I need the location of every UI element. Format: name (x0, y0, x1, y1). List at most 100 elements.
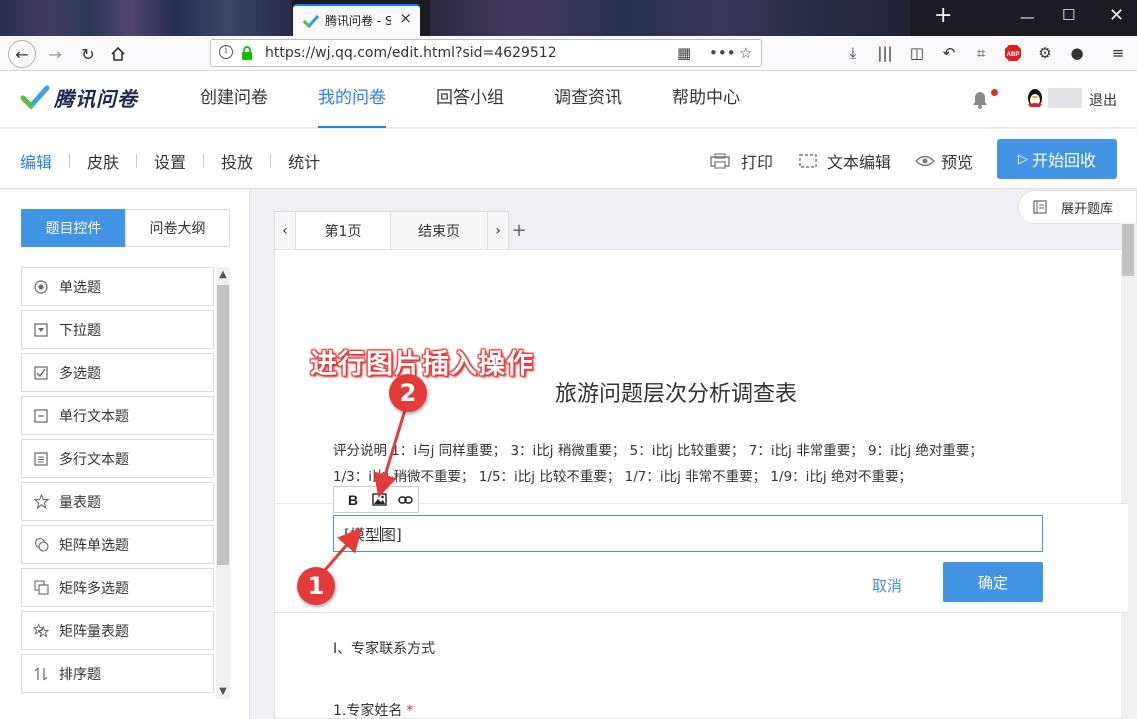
nav-create-survey[interactable]: 创建问卷 (200, 71, 268, 128)
page-scrollbar[interactable] (1121, 222, 1135, 719)
scrollbar-thumb[interactable] (1122, 224, 1134, 276)
page-actions-icon[interactable]: ••• (709, 44, 736, 62)
insert-image-icon[interactable] (366, 490, 392, 510)
expand-question-library-button[interactable]: 展开题库 (1018, 190, 1137, 224)
confirm-button[interactable]: 确定 (943, 562, 1043, 602)
home-icon[interactable] (106, 42, 130, 66)
text-edit-button[interactable]: 文本编辑 (799, 149, 891, 173)
page-prev-icon[interactable]: ‹ (274, 211, 296, 250)
list-item-label: 量表题 (59, 494, 101, 511)
rich-text-toolbar: B (333, 486, 419, 513)
new-tab-icon[interactable]: + (934, 3, 952, 28)
tab-statistics[interactable]: 统计 (288, 149, 320, 173)
question-type-single-choice[interactable]: 单选题 (21, 267, 214, 306)
logo-text: 腾讯问卷 (54, 87, 138, 111)
tab-skin[interactable]: 皮肤 (87, 149, 119, 173)
library-icon[interactable]: ||| (875, 44, 895, 62)
logo[interactable]: 腾讯问卷 (20, 83, 138, 112)
preview-button[interactable]: 预览 (915, 149, 973, 173)
question-type-sort[interactable]: 排序题 (21, 654, 214, 693)
question-text-input[interactable]: [模型图] (333, 515, 1043, 552)
editor-tabs: 编辑 皮肤 设置 投放 统计 (20, 149, 320, 173)
list-item-label: 单行文本题 (59, 408, 129, 425)
tab-settings[interactable]: 设置 (154, 149, 186, 173)
close-tab-icon[interactable]: × (399, 9, 412, 27)
qr-code-icon[interactable]: ▦ (677, 44, 691, 62)
forward-icon[interactable]: → (43, 42, 67, 66)
account-icon[interactable]: ● (1067, 44, 1087, 62)
scroll-up-icon[interactable]: ▲ (216, 269, 230, 280)
list-item-label: 多选题 (59, 365, 101, 382)
survey-title[interactable]: 旅游问题层次分析调查表 (555, 376, 797, 408)
list-item-label: 下拉题 (59, 322, 101, 339)
play-icon: ▷ (1017, 151, 1028, 167)
single-line-icon (33, 408, 49, 424)
score-description-line-1[interactable]: 评分说明 1：i与j 同样重要； 3：i比j 稍微重要； 5：i比j 比较重要；… (333, 439, 983, 459)
question-type-matrix-scale[interactable]: 矩阵量表题 (21, 611, 214, 650)
menu-icon[interactable]: ≡ (1108, 44, 1128, 62)
nav-answer-group[interactable]: 回答小组 (436, 71, 504, 128)
sort-icon (33, 666, 49, 682)
download-icon[interactable]: ⤓ (843, 44, 863, 62)
add-page-icon[interactable]: + (508, 211, 530, 250)
undo-icon[interactable]: ↶ (939, 44, 959, 62)
panel-scrollbar[interactable]: ▲ ▼ (216, 267, 230, 699)
extension-gear-icon[interactable]: ⚙ (1035, 44, 1055, 62)
insert-link-icon[interactable] (392, 490, 418, 510)
logout-link[interactable]: 退出 (1089, 90, 1117, 110)
question-type-multi-choice[interactable]: 多选题 (21, 353, 214, 392)
tab-question-controls[interactable]: 题目控件 (21, 209, 126, 247)
tab-page-1[interactable]: 第1页 (295, 211, 391, 250)
crop-icon[interactable]: ⌗ (971, 44, 991, 62)
print-button[interactable]: 打印 (710, 149, 773, 173)
page-next-icon[interactable]: › (487, 211, 509, 250)
sidebar-icon[interactable]: ◫ (907, 44, 927, 62)
list-item-label: 矩阵单选题 (59, 537, 129, 554)
scrollbar-thumb[interactable] (217, 285, 229, 565)
question-type-multi-line-text[interactable]: 多行文本题 (21, 439, 214, 478)
site-info-icon[interactable]: i (219, 45, 233, 59)
print-label: 打印 (741, 153, 774, 172)
nav-my-surveys[interactable]: 我的问卷 (318, 71, 386, 128)
question-type-matrix-multi[interactable]: 矩阵多选题 (21, 568, 214, 607)
divider (203, 154, 205, 168)
bookmark-star-icon[interactable]: ☆ (739, 44, 752, 62)
score-description-line-2[interactable]: 1/3：i比j 稍微不重要； 1/5：i比j 比较不重要； 1/7：i比j 非常… (333, 465, 912, 485)
titlebar-background (0, 0, 292, 36)
multi-line-icon (33, 451, 49, 467)
matrix-star-icon (33, 623, 49, 639)
tab-edit[interactable]: 编辑 (20, 149, 52, 173)
cancel-button[interactable]: 取消 (872, 575, 902, 596)
adblock-icon[interactable]: ABP (1003, 44, 1023, 66)
address-bar[interactable]: i https://wj.qq.com/edit.html?sid=462951… (210, 39, 762, 67)
notification-bell-icon[interactable] (968, 87, 992, 111)
qq-penguin-icon (1028, 89, 1042, 107)
question-type-single-line-text[interactable]: 单行文本题 (21, 396, 214, 435)
tab-survey-outline[interactable]: 问卷大纲 (125, 209, 230, 247)
input-text-after-caret: 图] (380, 526, 402, 544)
browser-tab[interactable]: 腾讯问卷 - S × (293, 4, 420, 36)
section-title[interactable]: I、专家联系方式 (333, 638, 435, 658)
reload-icon[interactable]: ↻ (76, 42, 100, 66)
step-badge-2: 2 (389, 374, 427, 412)
question-label-text: 1.专家姓名 (333, 703, 403, 719)
question-type-scale[interactable]: 量表题 (21, 482, 214, 521)
nav-help-center[interactable]: 帮助中心 (672, 71, 740, 128)
nav-survey-news[interactable]: 调查资讯 (554, 71, 622, 128)
titlebar-background (430, 0, 910, 36)
scroll-down-icon[interactable]: ▼ (216, 686, 230, 697)
divider (270, 154, 272, 168)
close-window-icon[interactable]: ✕ (1109, 5, 1124, 26)
start-collecting-button[interactable]: ▷ 开始回收 (997, 139, 1117, 179)
back-icon[interactable]: ← (8, 40, 36, 68)
maximize-icon[interactable]: ☐ (1062, 6, 1075, 24)
question-label[interactable]: 1.专家姓名 * (333, 700, 413, 719)
tab-distribute[interactable]: 投放 (221, 149, 253, 173)
question-type-dropdown[interactable]: 下拉题 (21, 310, 214, 349)
bold-icon[interactable]: B (340, 490, 366, 510)
tab-end-page[interactable]: 结束页 (390, 211, 488, 250)
minimize-icon[interactable]: — (1020, 8, 1035, 26)
list-item-label: 排序题 (59, 666, 101, 683)
list-item-label: 矩阵量表题 (59, 623, 129, 640)
question-type-matrix-single[interactable]: 矩阵单选题 (21, 525, 214, 564)
